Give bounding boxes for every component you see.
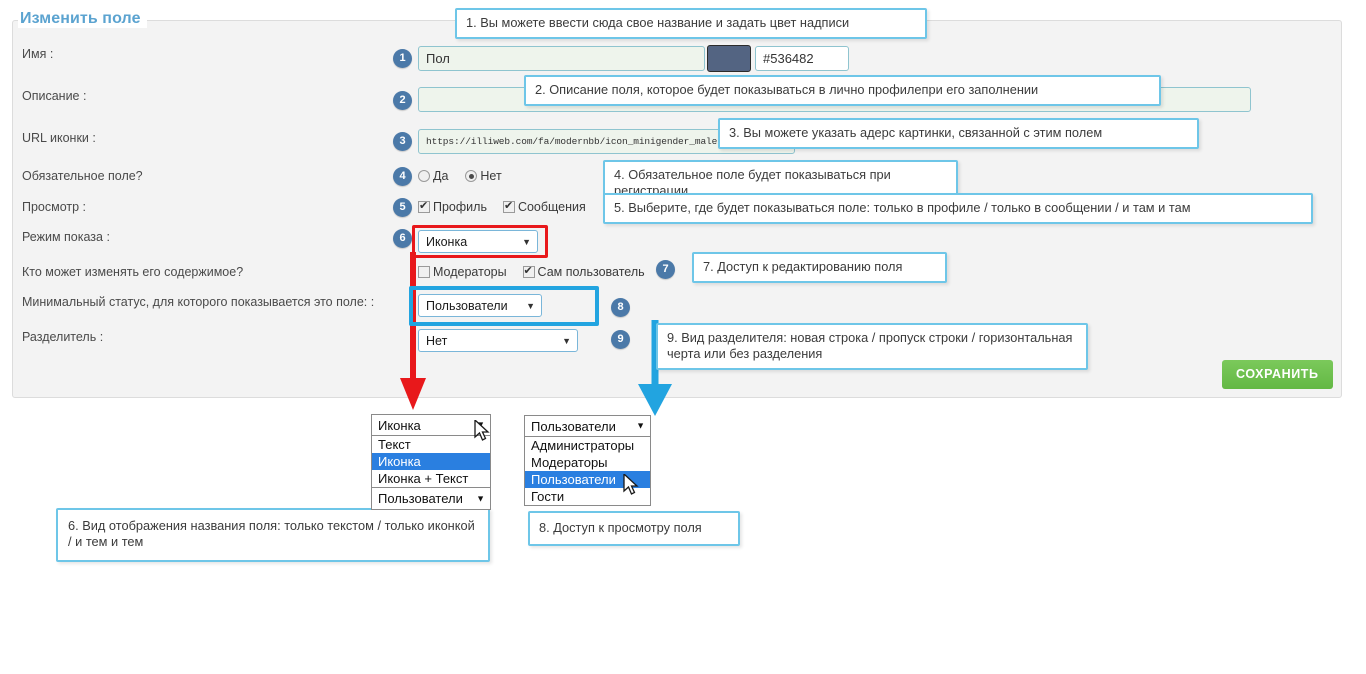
required-no-radio[interactable]: Нет	[465, 169, 502, 183]
badge-1: 1	[393, 49, 412, 68]
dropdown-option[interactable]: Гости	[525, 488, 650, 505]
badge-6: 6	[393, 229, 412, 248]
chevron-down-icon: ▼	[636, 420, 645, 431]
open-dropdown-min-status-list[interactable]: Администраторы Модераторы Пользователи Г…	[524, 437, 651, 506]
open-dropdown-min-status-button[interactable]: Пользователи ▼	[524, 415, 651, 437]
checkbox-checked-icon[interactable]	[522, 264, 535, 278]
view-messages-checkbox[interactable]: Сообщения	[502, 199, 586, 214]
chevron-down-icon: ▼	[476, 419, 485, 430]
open-dropdown-display-mode-footer-value: Пользователи	[378, 491, 463, 506]
tooltip-1: 1. Вы можете ввести сюда свое название и…	[455, 8, 927, 39]
label-description: Описание :	[22, 89, 87, 103]
color-hex-input[interactable]: #536482	[755, 46, 849, 71]
radio-selected-icon[interactable]	[465, 170, 478, 182]
badge-2: 2	[393, 91, 412, 110]
badge-4: 4	[393, 167, 412, 186]
checkbox-checked-icon[interactable]	[418, 199, 430, 213]
tooltip-6: 6. Вид отображения названия поля: только…	[56, 508, 490, 562]
red-arrow	[400, 252, 426, 410]
dropdown-option-selected[interactable]: Пользователи	[525, 471, 650, 488]
field-name-input[interactable]: Пол	[418, 46, 705, 71]
open-dropdown-min-status[interactable]: Пользователи ▼ Администраторы Модераторы…	[524, 415, 651, 506]
tooltip-9: 9. Вид разделителя: новая строка / пропу…	[656, 323, 1088, 370]
tooltip-2: 2. Описание поля, которое будет показыва…	[524, 75, 1161, 106]
dropdown-option[interactable]: Иконка + Текст	[372, 470, 490, 487]
edit-moderators-label: Модераторы	[433, 265, 507, 279]
save-button[interactable]: СОХРАНИТЬ	[1222, 360, 1333, 389]
open-dropdown-display-mode-list[interactable]: Текст Иконка Иконка + Текст	[371, 436, 491, 488]
chevron-down-icon: ▼	[562, 335, 571, 346]
edit-moderators-checkbox[interactable]: Модераторы	[418, 265, 507, 279]
tooltip-7: 7. Доступ к редактированию поля	[692, 252, 947, 283]
label-icon-url: URL иконки :	[22, 131, 96, 145]
edit-access-checkbox-group[interactable]: Модераторы Сам пользователь	[418, 264, 645, 279]
dropdown-option[interactable]: Модераторы	[525, 454, 650, 471]
page-title: Изменить поле	[18, 10, 147, 28]
highlight-min-status	[409, 286, 599, 326]
open-dropdown-display-mode[interactable]: Иконка ▼ Текст Иконка Иконка + Текст Пол…	[371, 414, 491, 510]
open-dropdown-display-mode-value: Иконка	[378, 418, 421, 433]
tooltip-8: 8. Доступ к просмотру поля	[528, 511, 740, 546]
view-profile-checkbox[interactable]: Профиль	[418, 199, 487, 214]
required-no-label: Нет	[480, 169, 502, 183]
required-radio-group[interactable]: Да Нет	[418, 169, 502, 183]
label-required: Обязательное поле?	[22, 169, 143, 183]
radio-icon[interactable]	[418, 170, 430, 182]
open-dropdown-display-mode-footer[interactable]: Пользователи ▼	[371, 488, 491, 510]
required-yes-radio[interactable]: Да	[418, 169, 448, 183]
dropdown-option-selected[interactable]: Иконка	[372, 453, 490, 470]
required-yes-label: Да	[433, 169, 449, 183]
separator-select[interactable]: Нет ▼	[418, 329, 578, 352]
label-separator: Разделитель :	[22, 330, 104, 344]
open-dropdown-min-status-value: Пользователи	[531, 419, 616, 434]
view-messages-label: Сообщения	[517, 200, 586, 214]
view-profile-label: Профиль	[433, 200, 487, 214]
badge-8: 8	[611, 298, 630, 317]
label-display-mode: Режим показа :	[22, 230, 110, 244]
view-checkbox-group[interactable]: Профиль Сообщения	[418, 199, 586, 214]
badge-9: 9	[611, 330, 630, 349]
label-name: Имя :	[22, 47, 54, 61]
edit-self-label: Сам пользователь	[537, 265, 645, 279]
chevron-down-icon: ▼	[476, 493, 485, 503]
label-min-status: Минимальный статус, для которого показыв…	[22, 295, 375, 309]
open-dropdown-display-mode-button[interactable]: Иконка ▼	[371, 414, 491, 436]
badge-7: 7	[656, 260, 675, 279]
label-view: Просмотр :	[22, 200, 87, 214]
dropdown-option[interactable]: Администраторы	[525, 437, 650, 454]
badge-5: 5	[393, 198, 412, 217]
color-swatch[interactable]	[707, 45, 751, 72]
edit-self-checkbox[interactable]: Сам пользователь	[522, 264, 645, 279]
highlight-display-mode	[412, 225, 548, 258]
label-who-can-edit: Кто может изменять его содержимое?	[22, 265, 244, 279]
dropdown-option[interactable]: Текст	[372, 436, 490, 453]
tooltip-5: 5. Выберите, где будет показываться поле…	[603, 193, 1313, 224]
tooltip-3: 3. Вы можете указать адерс картинки, свя…	[718, 118, 1199, 149]
badge-3: 3	[393, 132, 412, 151]
checkbox-checked-icon[interactable]	[502, 199, 515, 213]
